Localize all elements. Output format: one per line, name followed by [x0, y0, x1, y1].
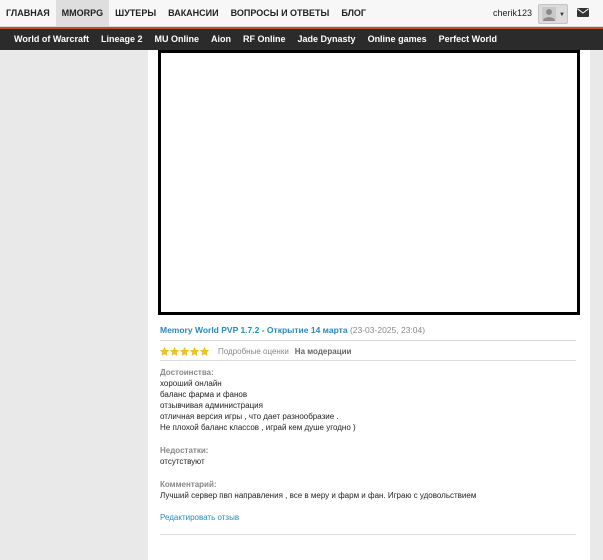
pros-line: отзывчивая администрация	[160, 401, 263, 410]
pros-label: Достоинства:	[160, 368, 214, 377]
game-link-online-games[interactable]: Online games	[362, 29, 433, 50]
nav-mmorpg[interactable]: MMORPG	[55, 0, 110, 26]
game-link-wow[interactable]: World of Warcraft	[8, 29, 95, 50]
server-title-link[interactable]: Memory World PVP 1.7.2 - Открытие 14 мар…	[160, 325, 348, 335]
review-date: (23-03-2025, 23:04)	[349, 325, 426, 335]
username-link[interactable]: cherik123	[493, 0, 532, 26]
comment-label: Комментарий:	[160, 480, 217, 489]
games-menu: World of Warcraft Lineage 2 MU Online Ai…	[8, 29, 503, 50]
nav-home[interactable]: ГЛАВНАЯ	[0, 0, 56, 26]
divider	[160, 360, 576, 361]
star-icon	[180, 346, 189, 356]
pros-line: баланс фарма и фанов	[160, 390, 248, 399]
game-link-rf-online[interactable]: RF Online	[237, 29, 292, 50]
star-icon	[170, 346, 179, 356]
game-link-lineage2[interactable]: Lineage 2	[95, 29, 149, 50]
detailed-ratings-link[interactable]: Подробные оценки	[218, 347, 289, 356]
star-icon	[190, 346, 199, 356]
divider	[160, 340, 576, 341]
chevron-down-icon: ▼	[559, 12, 565, 18]
cons-text: отсутствуют	[160, 457, 205, 466]
cons-label: Недостатки:	[160, 446, 209, 455]
star-icon	[160, 346, 169, 356]
top-navigation-bar: ГЛАВНАЯ MMORPG ШУТЕРЫ ВАКАНСИИ ВОПРОСЫ И…	[0, 0, 603, 27]
nav-blog[interactable]: БЛОГ	[335, 0, 372, 26]
games-navigation-bar: World of Warcraft Lineage 2 MU Online Ai…	[0, 27, 603, 50]
pros-line: отличная версия игры , что дает разнообр…	[160, 412, 339, 421]
mail-icon[interactable]	[577, 8, 589, 17]
user-avatar-icon	[542, 7, 556, 21]
divider	[160, 534, 576, 535]
game-link-aion[interactable]: Aion	[205, 29, 237, 50]
nav-qa[interactable]: ВОПРОСЫ И ОТВЕТЫ	[225, 0, 336, 26]
nav-vacancies[interactable]: ВАКАНСИИ	[162, 0, 224, 26]
comment-text: Лучший сервер пвп направления , все в ме…	[160, 491, 477, 500]
main-menu: ГЛАВНАЯ MMORPG ШУТЕРЫ ВАКАНСИИ ВОПРОСЫ И…	[0, 0, 372, 26]
star-icon	[200, 346, 209, 356]
review-heading: Memory World PVP 1.7.2 - Открытие 14 мар…	[160, 325, 425, 335]
pros-line: Не плохой баланс классов , играй кем душ…	[160, 423, 356, 432]
star-rating	[160, 346, 209, 356]
game-link-mu-online[interactable]: MU Online	[149, 29, 206, 50]
content-column: Memory World PVP 1.7.2 - Открытие 14 мар…	[148, 50, 590, 560]
video-embed[interactable]	[158, 50, 580, 315]
user-menu-button[interactable]: ▼	[538, 4, 568, 24]
nav-shooters[interactable]: ШУТЕРЫ	[109, 0, 162, 26]
game-link-perfect-world[interactable]: Perfect World	[433, 29, 503, 50]
moderation-status: На модерации	[294, 346, 352, 356]
pros-line: хороший онлайн	[160, 379, 222, 388]
game-link-jade-dynasty[interactable]: Jade Dynasty	[292, 29, 362, 50]
edit-review-link[interactable]: Редактировать отзыв	[160, 513, 239, 522]
rating-row: Подробные оценки На модерации	[160, 346, 351, 356]
